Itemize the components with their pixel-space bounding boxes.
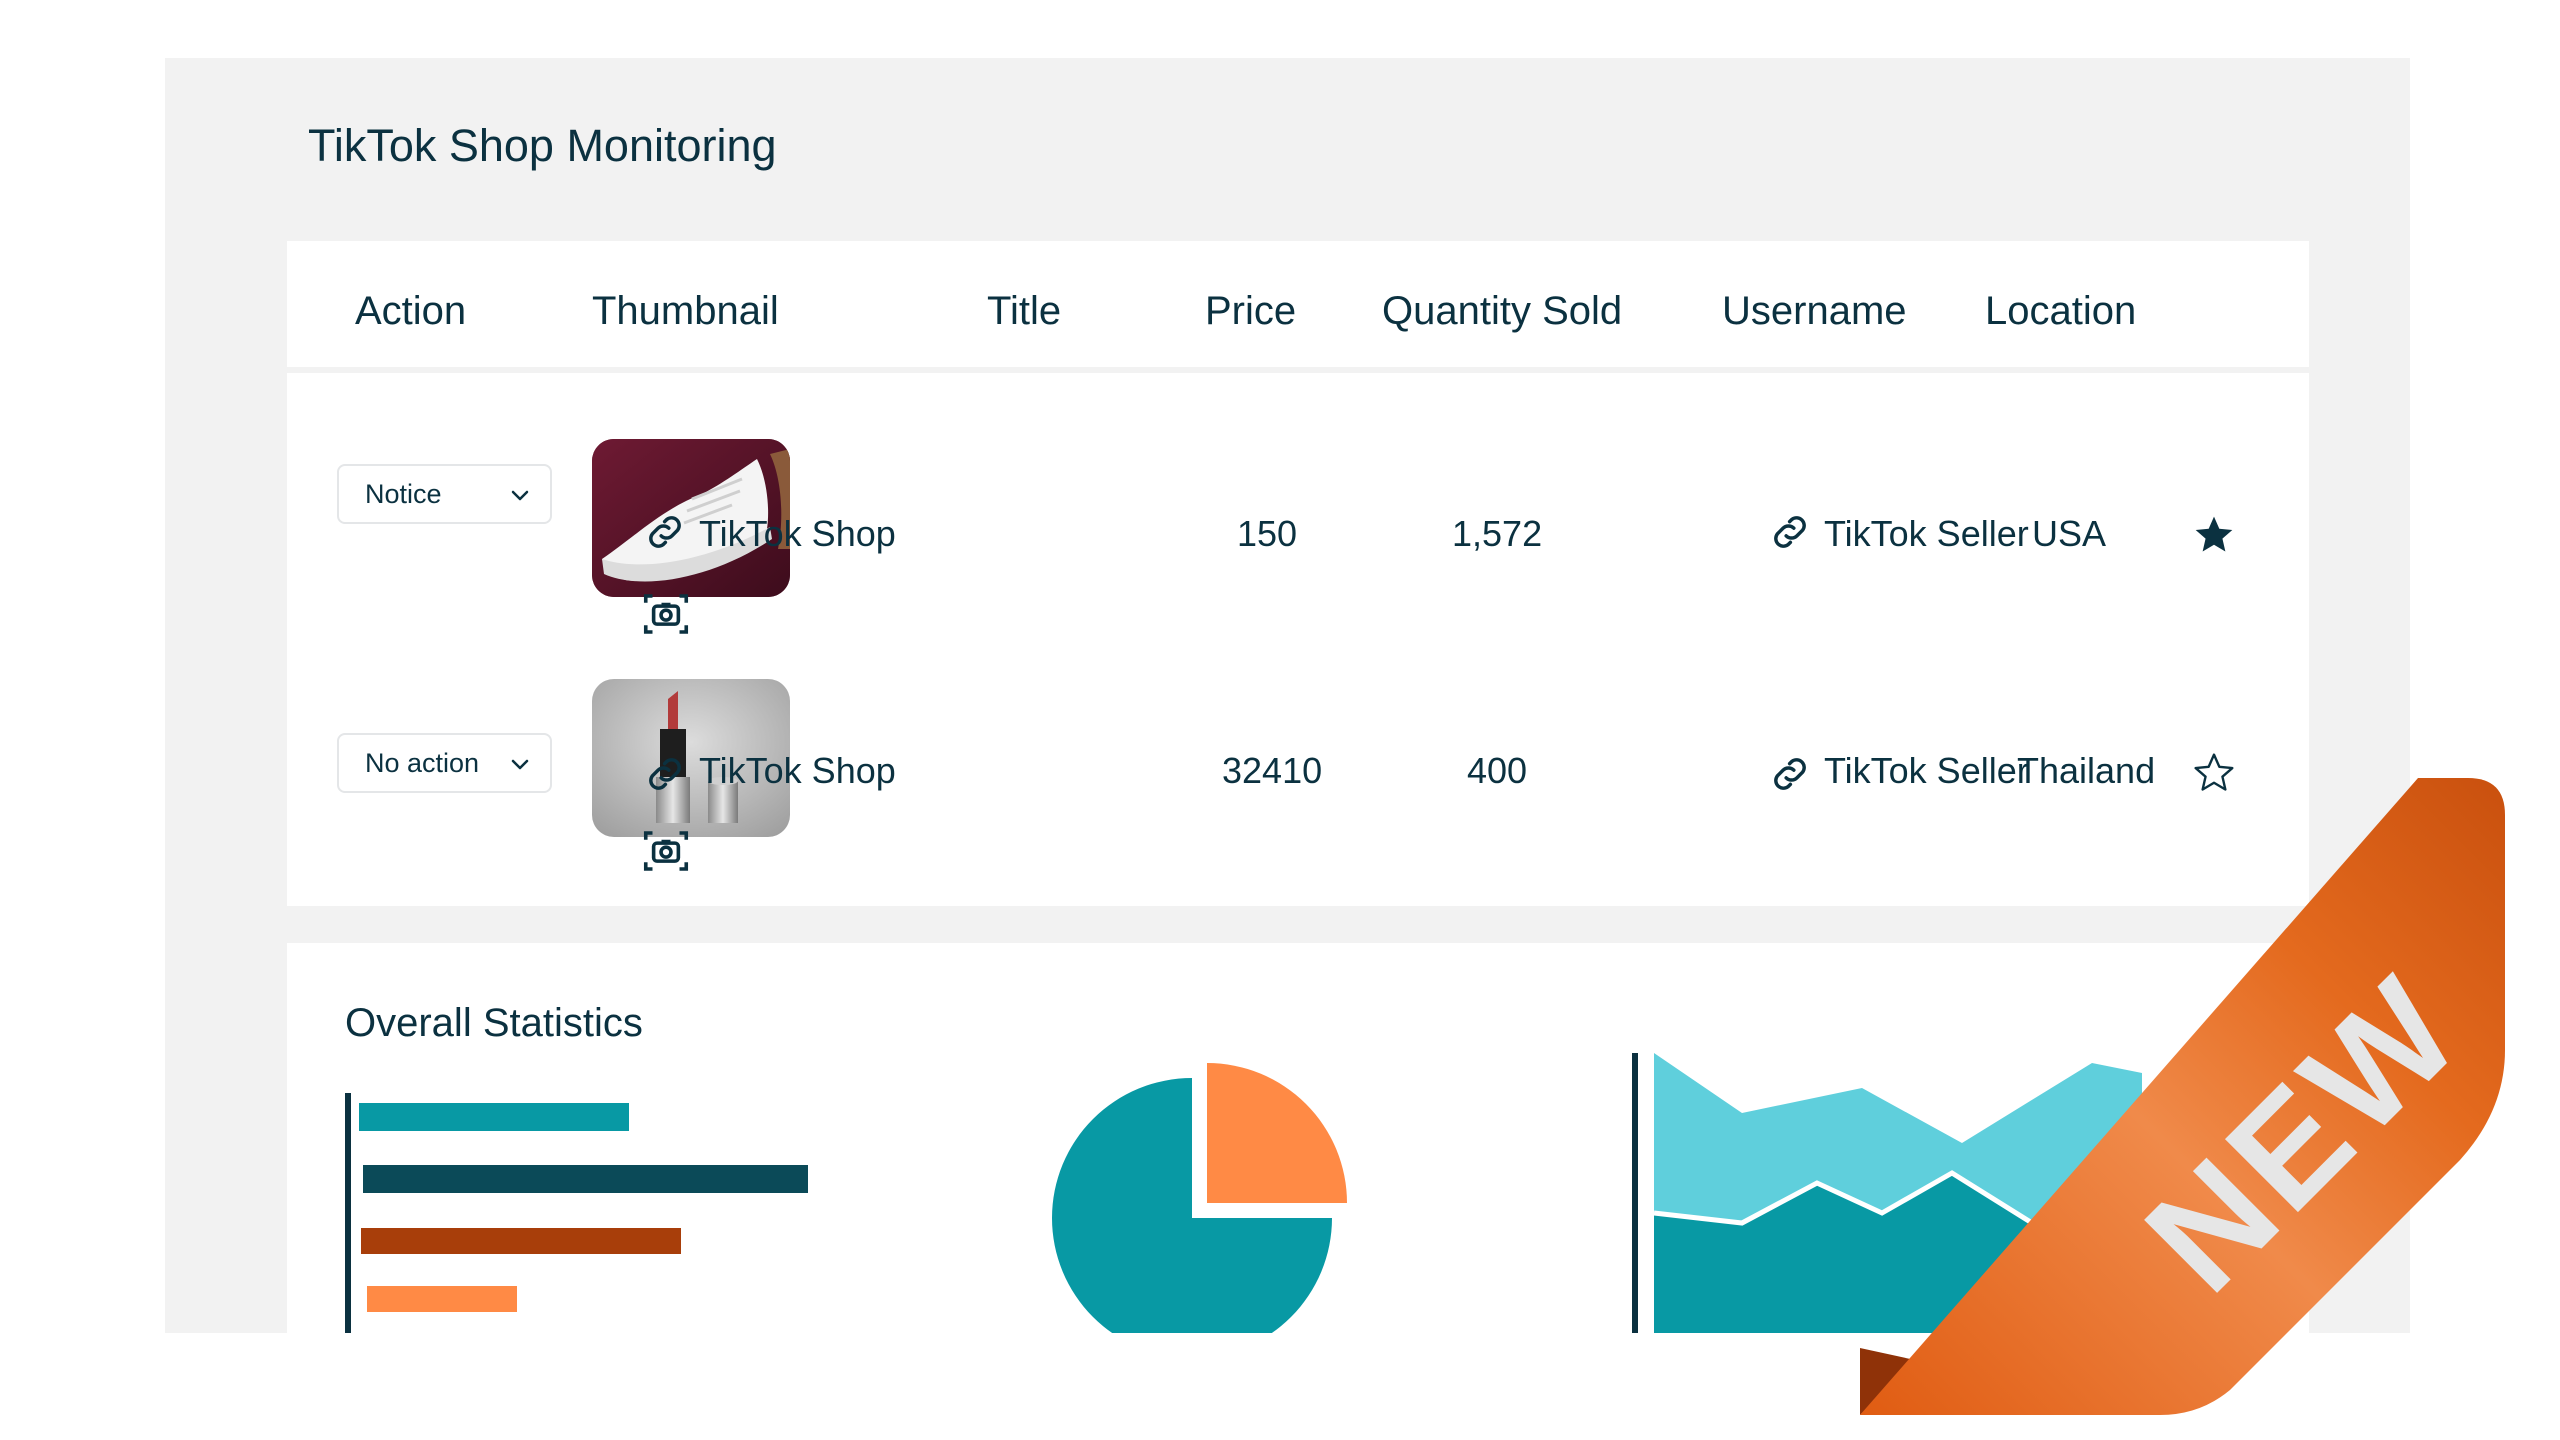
bar-chart-bar (359, 1103, 629, 1131)
bar-chart-axis (345, 1093, 351, 1333)
chevron-down-icon (511, 759, 529, 770)
quantity-sold-value: 1,572 (1452, 513, 1543, 554)
star-outline-icon[interactable] (2192, 751, 2236, 795)
column-header-thumbnail: Thumbnail (592, 289, 779, 333)
table-header: Action Thumbnail Title Price Quantity So… (287, 241, 2309, 373)
column-header-price: Price (1205, 289, 1297, 333)
location-value: Thailand (2017, 750, 2156, 791)
action-select-value: No action (365, 747, 480, 778)
link-icon[interactable] (1767, 751, 1813, 797)
products-table: Action Thumbnail Title Price Quantity So… (287, 241, 2309, 906)
quantity-sold-value: 400 (1467, 750, 1528, 791)
bar-chart-bar (361, 1228, 681, 1254)
column-header-username: Username (1722, 289, 1907, 333)
pie-chart-slice (1207, 1063, 1347, 1203)
overall-statistics-card: Overall Statistics (287, 943, 2309, 1333)
link-icon[interactable] (1767, 509, 1813, 555)
column-header-location: Location (1985, 289, 2137, 333)
ribbon-fold (1860, 1348, 1915, 1415)
star-filled-icon[interactable] (2192, 513, 2236, 557)
area-chart-illustration (1632, 1053, 2143, 1333)
action-select[interactable]: No action (337, 733, 552, 793)
monitoring-panel: TikTok Shop Monitoring Action Thumbnail … (165, 58, 2410, 1333)
bar-chart-bar (363, 1165, 808, 1193)
table-row: No action TikTok Shop 32410 400 TikTok S… (287, 616, 2309, 871)
chevron-down-icon (511, 490, 529, 501)
product-title-link[interactable]: TikTok Shop (699, 513, 896, 555)
column-header-quantity-sold: Quantity Sold (1382, 289, 1623, 333)
camera-capture-icon[interactable] (639, 824, 693, 878)
action-select-value: Notice (365, 478, 442, 509)
pie-chart-illustration (1052, 1063, 1347, 1333)
column-header-action: Action (355, 289, 467, 333)
action-select[interactable]: Notice (337, 464, 552, 524)
price-value: 150 (1237, 513, 1298, 554)
username-link[interactable]: TikTok Seller (1824, 513, 2029, 555)
page-title: TikTok Shop Monitoring (308, 120, 777, 171)
bar-chart-illustration (345, 1093, 808, 1333)
link-icon[interactable] (642, 751, 688, 797)
bar-chart-bar (367, 1286, 517, 1312)
product-title-link[interactable]: TikTok Shop (699, 750, 896, 792)
link-icon[interactable] (642, 509, 688, 555)
location-value: USA (2032, 513, 2107, 554)
price-value: 32410 (1222, 750, 1323, 791)
username-link[interactable]: TikTok Seller (1824, 750, 2029, 792)
ribbon-fold (2418, 778, 2468, 828)
column-header-title: Title (987, 289, 1062, 333)
area-chart-axis (1632, 1053, 1638, 1333)
table-row: Notice TikTok Shop 150 1,572 TikTok Sell… (287, 379, 2309, 634)
stats-title: Overall Statistics (345, 1001, 643, 1045)
